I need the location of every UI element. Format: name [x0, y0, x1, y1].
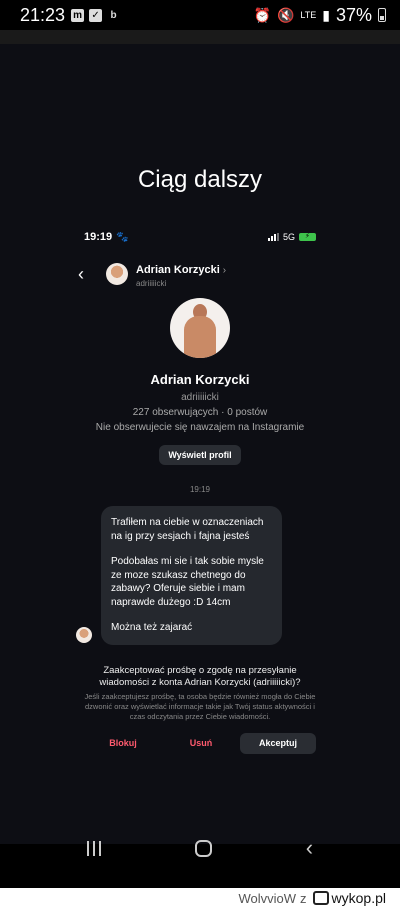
home-icon[interactable] [194, 839, 212, 857]
inner-screenshot: 19:19 🐾 5G ⚡ ‹ Adrian Korzycki › adriiiii… [68, 226, 332, 771]
recent-apps-icon[interactable] [86, 840, 101, 856]
network-label: LTE [300, 10, 317, 20]
system-nav-bar: ‹ [0, 828, 400, 868]
paw-icon: 🐾 [116, 231, 129, 243]
notification-icons: m ✓ b [71, 8, 120, 22]
inner-time: 19:19 [84, 231, 113, 243]
chat-header: ‹ Adrian Korzycki › adriiiiicki [68, 256, 332, 292]
signal-icon [267, 233, 279, 241]
profile-username: adriiiiicki [181, 392, 219, 403]
footer-connector: z [300, 890, 307, 906]
profile-card: Adrian Korzycki adriiiiicki 227 obserwuj… [68, 298, 332, 465]
battery-percent: 37% [335, 4, 372, 25]
status-time: 21:23 [20, 4, 66, 25]
request-question: Zaakceptować prośbę o zgodę na przesyłan… [99, 664, 301, 688]
message-row: Trafiłem na ciebie w oznaczeniach na ig … [68, 506, 332, 645]
outer-status-bar: 21:23 m ✓ b ⏰ 🔇 LTE ▮ 37% [0, 0, 400, 30]
alarm-icon: ⏰ [253, 6, 271, 23]
author-name: WolvvioW [238, 890, 297, 906]
chat-header-name: Adrian Korzycki [136, 264, 220, 276]
delete-button[interactable]: Usuń [162, 738, 240, 748]
inner-network: 5G [282, 232, 295, 242]
battery-charging-icon: ⚡ [299, 233, 316, 241]
story-viewer[interactable]: Ciąg dalszy 19:19 🐾 5G ⚡ ‹ Adrian Korzyc… [0, 44, 400, 844]
signal-icon: ▮ [322, 6, 330, 23]
message-text: Podobałas mi sie i tak sobie mysle ze mo… [111, 556, 264, 608]
battery-icon [378, 8, 386, 22]
status-right: ⏰ 🔇 LTE ▮ 37% [254, 5, 386, 26]
block-button[interactable]: Blokuj [84, 738, 162, 748]
story-title: Ciąg dalszy [137, 166, 263, 193]
message-text: Trafiłem na ciebie w oznaczeniach na ig … [111, 517, 264, 542]
chat-header-info[interactable]: Adrian Korzycki › adriiiiicki [136, 260, 226, 288]
mute-icon: 🔇 [276, 6, 295, 23]
chevron-right-icon: › [222, 265, 227, 276]
profile-avatar[interactable] [170, 298, 230, 358]
wykop-logo-icon [312, 891, 329, 905]
site-name: wykop.pl [331, 890, 386, 906]
request-actions: Blokuj Usuń Akceptuj [80, 732, 320, 754]
inner-status-bar: 19:19 🐾 5G ⚡ [68, 226, 332, 248]
request-info: Jeśli zaakceptujesz prośbę, ta osoba będ… [84, 692, 316, 722]
accept-button[interactable]: Akceptuj [240, 732, 316, 754]
inner-status-right: 5G ⚡ [267, 232, 316, 242]
view-profile-button[interactable]: Wyświetl profil [159, 445, 241, 465]
notification-icon: m [71, 8, 85, 22]
message-request-panel: Zaakceptować prośbę o zgodę na przesyłan… [68, 665, 332, 754]
avatar[interactable] [76, 626, 92, 643]
profile-name: Adrian Korzycki [150, 372, 250, 387]
top-band [0, 30, 400, 44]
back-arrow-icon[interactable]: ‹ [78, 264, 98, 285]
profile-stats: 227 obserwujących · 0 postów [132, 407, 268, 418]
chat-header-username: adriiiiicki [136, 279, 167, 288]
notification-icon: b [110, 9, 117, 21]
watermark-footer: WolvvioW z wykop.pl [0, 888, 400, 908]
message-timestamp: 19:19 [189, 485, 211, 494]
follow-note: Nie obserwujecie się nawzajem na Instagr… [95, 422, 305, 433]
message-bubble[interactable]: Trafiłem na ciebie w oznaczeniach na ig … [101, 506, 282, 645]
notification-icon: ✓ [89, 8, 103, 22]
message-text: Można też zajarać [111, 622, 193, 633]
avatar[interactable] [106, 263, 128, 285]
back-icon[interactable]: ‹ [306, 835, 313, 861]
